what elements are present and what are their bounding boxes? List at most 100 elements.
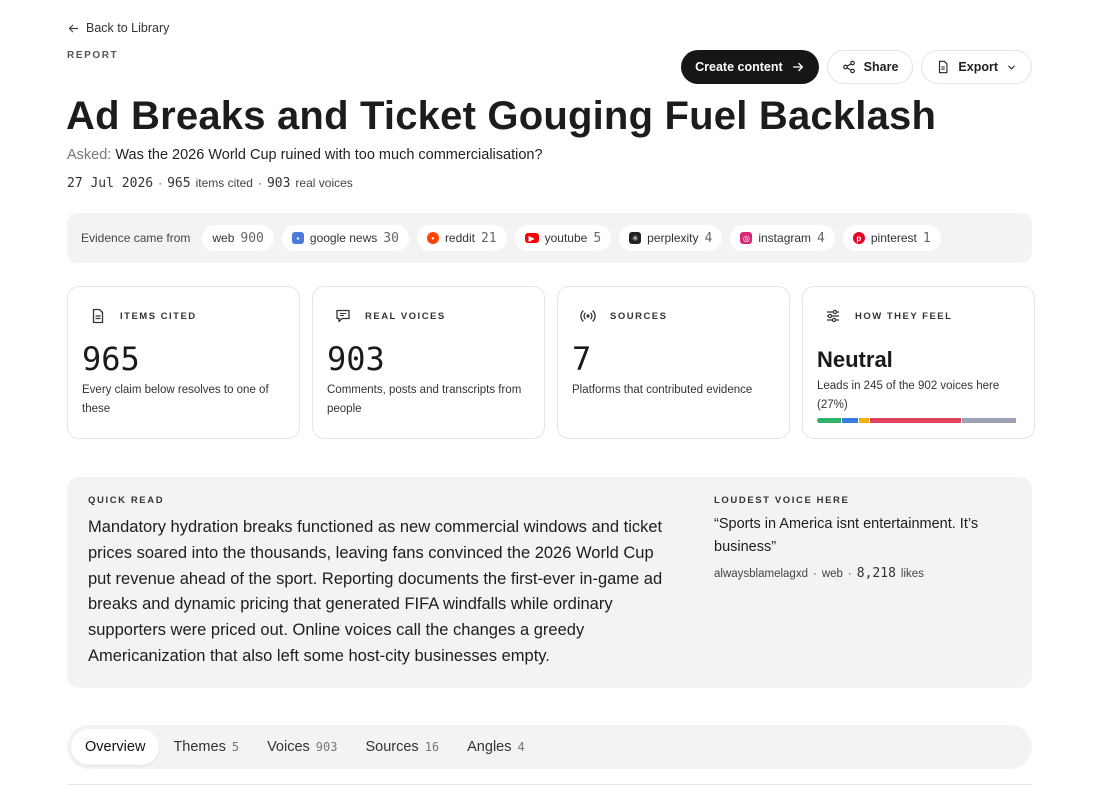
loudest-voice-label: LOUDEST VOICE HERE (714, 495, 850, 506)
tab-count: 5 (231, 740, 240, 754)
tab-angles[interactable]: Angles 4 (453, 729, 539, 765)
sentiment-segment-mixed (841, 418, 858, 423)
source-chip-instagram[interactable]: ◎ instagram 4 (730, 225, 835, 251)
likes-label: likes (900, 568, 924, 580)
source-chip-web[interactable]: web 900 (202, 225, 274, 251)
card-label: REAL VOICES (365, 310, 446, 322)
sentiment-value: Neutral (817, 347, 893, 372)
card-description: Every claim below resolves to one of the… (82, 384, 269, 415)
perplexity-icon: ✳ (629, 232, 642, 244)
card-description: Leads in 245 of the 902 voices here (27%… (817, 380, 1000, 411)
arrow-right-icon (792, 62, 803, 72)
source-chip-reddit[interactable]: • reddit 21 (416, 225, 507, 251)
instagram-icon: ◎ (740, 232, 753, 244)
tab-sources[interactable]: Sources 16 (351, 729, 453, 765)
share-icon (842, 60, 855, 74)
source-chip-perplexity[interactable]: ✳ perplexity 4 (619, 225, 723, 251)
tab-label: Sources (365, 739, 419, 755)
source-count: 5 (593, 230, 602, 246)
card-label: SOURCES (610, 310, 668, 322)
tab-count: 903 (315, 740, 338, 754)
loudest-voice-meta: alwaysblamelagxd · web · 8,218 likes (714, 566, 924, 581)
quick-read-label: QUICK READ (88, 495, 165, 506)
chat-bubble-icon (336, 309, 350, 323)
sliders-icon (827, 309, 839, 323)
report-date: 27 Jul 2026 (67, 176, 154, 191)
reddit-icon: • (426, 232, 439, 244)
page-title: Ad Breaks and Ticket Gouging Fuel Backla… (66, 94, 937, 138)
source-chip-google-news[interactable]: ▪ google news 30 (281, 225, 409, 251)
source-chip-pinterest[interactable]: p pinterest 1 (842, 225, 941, 251)
items-cited-card: ITEMS CITED 965 Every claim below resolv… (67, 286, 300, 439)
card-description: Comments, posts and transcripts from peo… (327, 384, 522, 415)
card-description: Platforms that contributed evidence (572, 384, 753, 396)
items-label: items cited (195, 176, 253, 190)
author-name: alwaysblamelagxd (714, 568, 808, 580)
source-name: instagram (758, 231, 812, 245)
asked-label: Asked: (67, 147, 112, 163)
source-count: 4 (817, 230, 825, 246)
sentiment-bar (817, 418, 1020, 423)
card-value: 965 (82, 340, 140, 378)
export-label: Export (958, 60, 998, 74)
source-chip-youtube[interactable]: ▶ youtube 5 (514, 225, 612, 251)
source-count: 21 (480, 230, 497, 246)
share-label: Share (863, 60, 899, 74)
source-name: google news (309, 231, 378, 245)
card-value: 903 (327, 340, 385, 378)
source-count: 30 (383, 230, 399, 246)
card-label: HOW THEY FEEL (855, 310, 953, 322)
report-tabs: Overview Themes 5 Voices 903 Sources 16 … (67, 725, 1032, 769)
google-news-icon: ▪ (291, 232, 304, 244)
document-icon (92, 308, 104, 324)
create-content-button[interactable]: Create content (681, 50, 819, 84)
voices-label: real voices (295, 176, 353, 190)
report-eyebrow: REPORT (67, 50, 119, 61)
tab-label: Overview (85, 739, 146, 755)
tab-label: Themes (173, 739, 226, 755)
sentiment-segment-positive (817, 418, 841, 423)
back-to-library-link[interactable]: Back to Library (67, 21, 169, 35)
document-icon (939, 60, 948, 74)
tab-overview[interactable]: Overview (71, 729, 160, 765)
pinterest-icon: p (852, 232, 865, 244)
source-name: youtube (544, 231, 588, 245)
tab-voices[interactable]: Voices 903 (253, 729, 351, 765)
sentiment-segment-neutral (962, 418, 1017, 423)
asked-text: Was the 2026 World Cup ruined with too m… (115, 147, 543, 163)
source-name: pinterest (870, 231, 917, 245)
likes-count: 8,218 (856, 566, 896, 581)
voices-count: 903 (266, 176, 291, 191)
tab-count: 16 (424, 740, 440, 754)
sentiment-segment-curious (858, 418, 869, 423)
quick-read-text: Mandatory hydration breaks functioned as… (88, 518, 663, 665)
voice-source: web (821, 568, 843, 580)
source-count: 900 (240, 230, 264, 246)
real-voices-card: REAL VOICES 903 Comments, posts and tran… (312, 286, 545, 439)
source-count: 4 (704, 230, 713, 246)
chevron-down-icon (1008, 65, 1015, 70)
tab-label: Voices (267, 739, 310, 755)
sentiment-card: HOW THEY FEEL Neutral Leads in 245 of th… (802, 286, 1035, 439)
youtube-icon: ▶ (524, 233, 539, 243)
card-value: 7 (572, 340, 592, 378)
share-button[interactable]: Share (826, 50, 914, 84)
sources-card: SOURCES 7 Platforms that contributed evi… (557, 286, 790, 439)
source-name: web (212, 231, 235, 245)
export-button[interactable]: Export (921, 50, 1032, 84)
card-label: ITEMS CITED (120, 310, 197, 322)
quick-read-panel: QUICK READ Mandatory hydration breaks fu… (67, 477, 1032, 688)
stat-cards: ITEMS CITED 965 Every claim below resolv… (67, 286, 1035, 439)
source-name: reddit (444, 231, 475, 245)
evidence-label: Evidence came from (81, 231, 191, 245)
loudest-voice-quote[interactable]: “Sports in America isnt entertainment. I… (714, 513, 1004, 559)
evidence-sources-bar: Evidence came from web 900 ▪ google news… (67, 213, 1032, 263)
divider (67, 784, 1032, 785)
report-meta: 27 Jul 2026 · 965 items cited · 903 real… (67, 176, 353, 191)
header-actions: Create content Share Export (681, 50, 1032, 84)
back-label: Back to Library (86, 21, 170, 35)
tab-themes[interactable]: Themes 5 (159, 729, 253, 765)
asked-question: Asked: Was the 2026 World Cup ruined wit… (67, 147, 543, 163)
items-count: 965 (167, 176, 191, 191)
source-count: 1 (922, 230, 931, 246)
